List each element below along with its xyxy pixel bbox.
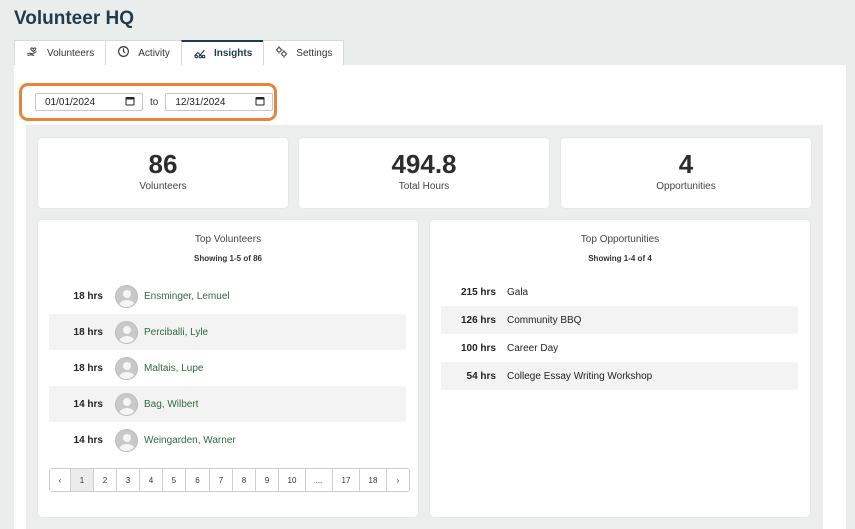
stat-card-total-hours: 494.8 Total Hours	[299, 138, 549, 208]
app-title: Volunteer HQ	[14, 8, 134, 29]
stat-value: 494.8	[391, 149, 457, 179]
page-button-17[interactable]: 17	[333, 469, 360, 491]
page-button-4[interactable]: 4	[140, 469, 163, 491]
volunteer-hours: 18 hrs	[73, 326, 103, 338]
calendar-icon[interactable]	[255, 96, 265, 109]
page-button-7[interactable]: 7	[210, 469, 233, 491]
card-subtitle: Showing 1-5 of 86	[193, 254, 262, 263]
volunteer-hours: 18 hrs	[73, 362, 103, 374]
page-ellipsis: ...	[306, 469, 333, 491]
volunteer-hours: 14 hrs	[73, 434, 103, 446]
top-volunteers-card: Top Volunteers Showing 1-5 of 86 18 hrs …	[38, 220, 418, 517]
page-button-3[interactable]: 3	[117, 469, 140, 491]
tab-label: Activity	[138, 47, 170, 59]
volunteer-name-link[interactable]: Weingarden, Warner	[144, 435, 236, 446]
start-date-input[interactable]: 01/01/2024	[35, 93, 143, 111]
card-subtitle: Showing 1-4 of 4	[588, 254, 652, 263]
tab-bar: Volunteers Activity Insights Settings	[14, 40, 345, 65]
end-date-value: 12/31/2024	[175, 96, 226, 108]
page-button-8[interactable]: 8	[233, 469, 256, 491]
opportunity-hours: 100 hrs	[460, 342, 496, 354]
page-button-18[interactable]: 18	[360, 469, 387, 491]
volunteer-name-link[interactable]: Ensminger, Lemuel	[144, 291, 230, 302]
page-button-9[interactable]: 9	[256, 469, 279, 491]
opportunity-name: Community BBQ	[507, 314, 582, 326]
tab-insights[interactable]: Insights	[180, 40, 265, 65]
end-date-input[interactable]: 12/31/2024	[165, 93, 274, 111]
table-row: 18 hrs Ensminger, Lemuel	[49, 278, 406, 314]
top-opportunities-card: Top Opportunities Showing 1-4 of 4 215 h…	[430, 220, 810, 517]
table-row: 18 hrs Perciballi, Lyle	[49, 314, 406, 350]
tab-settings[interactable]: Settings	[263, 40, 345, 65]
opportunity-hours: 54 hrs	[466, 370, 496, 382]
opportunity-hours: 215 hrs	[460, 286, 496, 298]
tab-label: Settings	[296, 47, 333, 59]
page-button-5[interactable]: 5	[163, 469, 186, 491]
page-button-6[interactable]: 6	[186, 469, 210, 491]
avatar	[115, 356, 138, 380]
table-row: 54 hrs College Essay Writing Workshop	[441, 362, 798, 390]
volunteer-name-link[interactable]: Perciballi, Lyle	[144, 327, 208, 338]
volunteer-name-link[interactable]: Bag, Wilbert	[144, 399, 198, 410]
date-range-filter: 01/01/2024 to 12/31/2024	[19, 83, 277, 121]
page-button-10[interactable]: 10	[279, 469, 306, 491]
volunteer-name-link[interactable]: Maltais, Lupe	[144, 363, 203, 374]
avatar	[115, 320, 138, 344]
stat-label: Opportunities	[656, 181, 716, 192]
pagination: ‹ 1 2 3 4 5 6 7 8 9 10 ... 17 18 ›	[49, 468, 410, 492]
insights-panel: 01/01/2024 to 12/31/2024 86 Volunteers 4…	[14, 65, 846, 529]
table-row: 14 hrs Weingarden, Warner	[49, 422, 406, 458]
stat-card-volunteers: 86 Volunteers	[38, 138, 288, 208]
card-title: Top Opportunities	[580, 234, 660, 245]
opportunity-name: College Essay Writing Workshop	[507, 370, 653, 382]
page-button-1[interactable]: 1	[71, 469, 94, 491]
table-row: 14 hrs Bag, Wilbert	[49, 386, 406, 422]
start-date-value: 01/01/2024	[45, 96, 96, 108]
opportunity-name: Career Day	[507, 342, 559, 354]
avatar	[115, 392, 138, 416]
page-next-button[interactable]: ›	[387, 469, 409, 491]
hand-heart-icon	[26, 45, 39, 61]
volunteer-hours: 18 hrs	[73, 290, 103, 302]
volunteer-hours: 14 hrs	[73, 398, 103, 410]
calendar-icon[interactable]	[125, 96, 135, 109]
opportunity-hours: 126 hrs	[460, 314, 496, 326]
table-row: 100 hrs Career Day	[441, 334, 798, 362]
gears-icon	[275, 45, 288, 61]
date-separator: to	[150, 96, 159, 108]
stat-label: Volunteers	[139, 181, 187, 192]
page-button-2[interactable]: 2	[94, 469, 117, 491]
table-row: 18 hrs Maltais, Lupe	[49, 350, 406, 386]
tab-activity[interactable]: Activity	[105, 40, 182, 65]
analytics-icon	[193, 46, 206, 62]
insights-content: 86 Volunteers 494.8 Total Hours 4 Opport…	[26, 125, 823, 529]
avatar	[115, 428, 138, 452]
card-title: Top Volunteers	[194, 234, 262, 245]
page-prev-button[interactable]: ‹	[50, 469, 71, 491]
stat-card-opportunities: 4 Opportunities	[561, 138, 811, 208]
stat-value: 86	[148, 149, 178, 179]
tab-label: Insights	[213, 48, 253, 59]
table-row: 126 hrs Community BBQ	[441, 306, 798, 334]
avatar	[115, 284, 138, 308]
clock-icon	[117, 45, 130, 61]
tab-label: Volunteers	[47, 47, 95, 59]
table-row: 215 hrs Gala	[441, 278, 798, 306]
tab-volunteers[interactable]: Volunteers	[14, 40, 107, 65]
stat-value: 4	[678, 149, 694, 179]
opportunity-name: Gala	[507, 286, 529, 298]
stat-label: Total Hours	[398, 181, 450, 192]
